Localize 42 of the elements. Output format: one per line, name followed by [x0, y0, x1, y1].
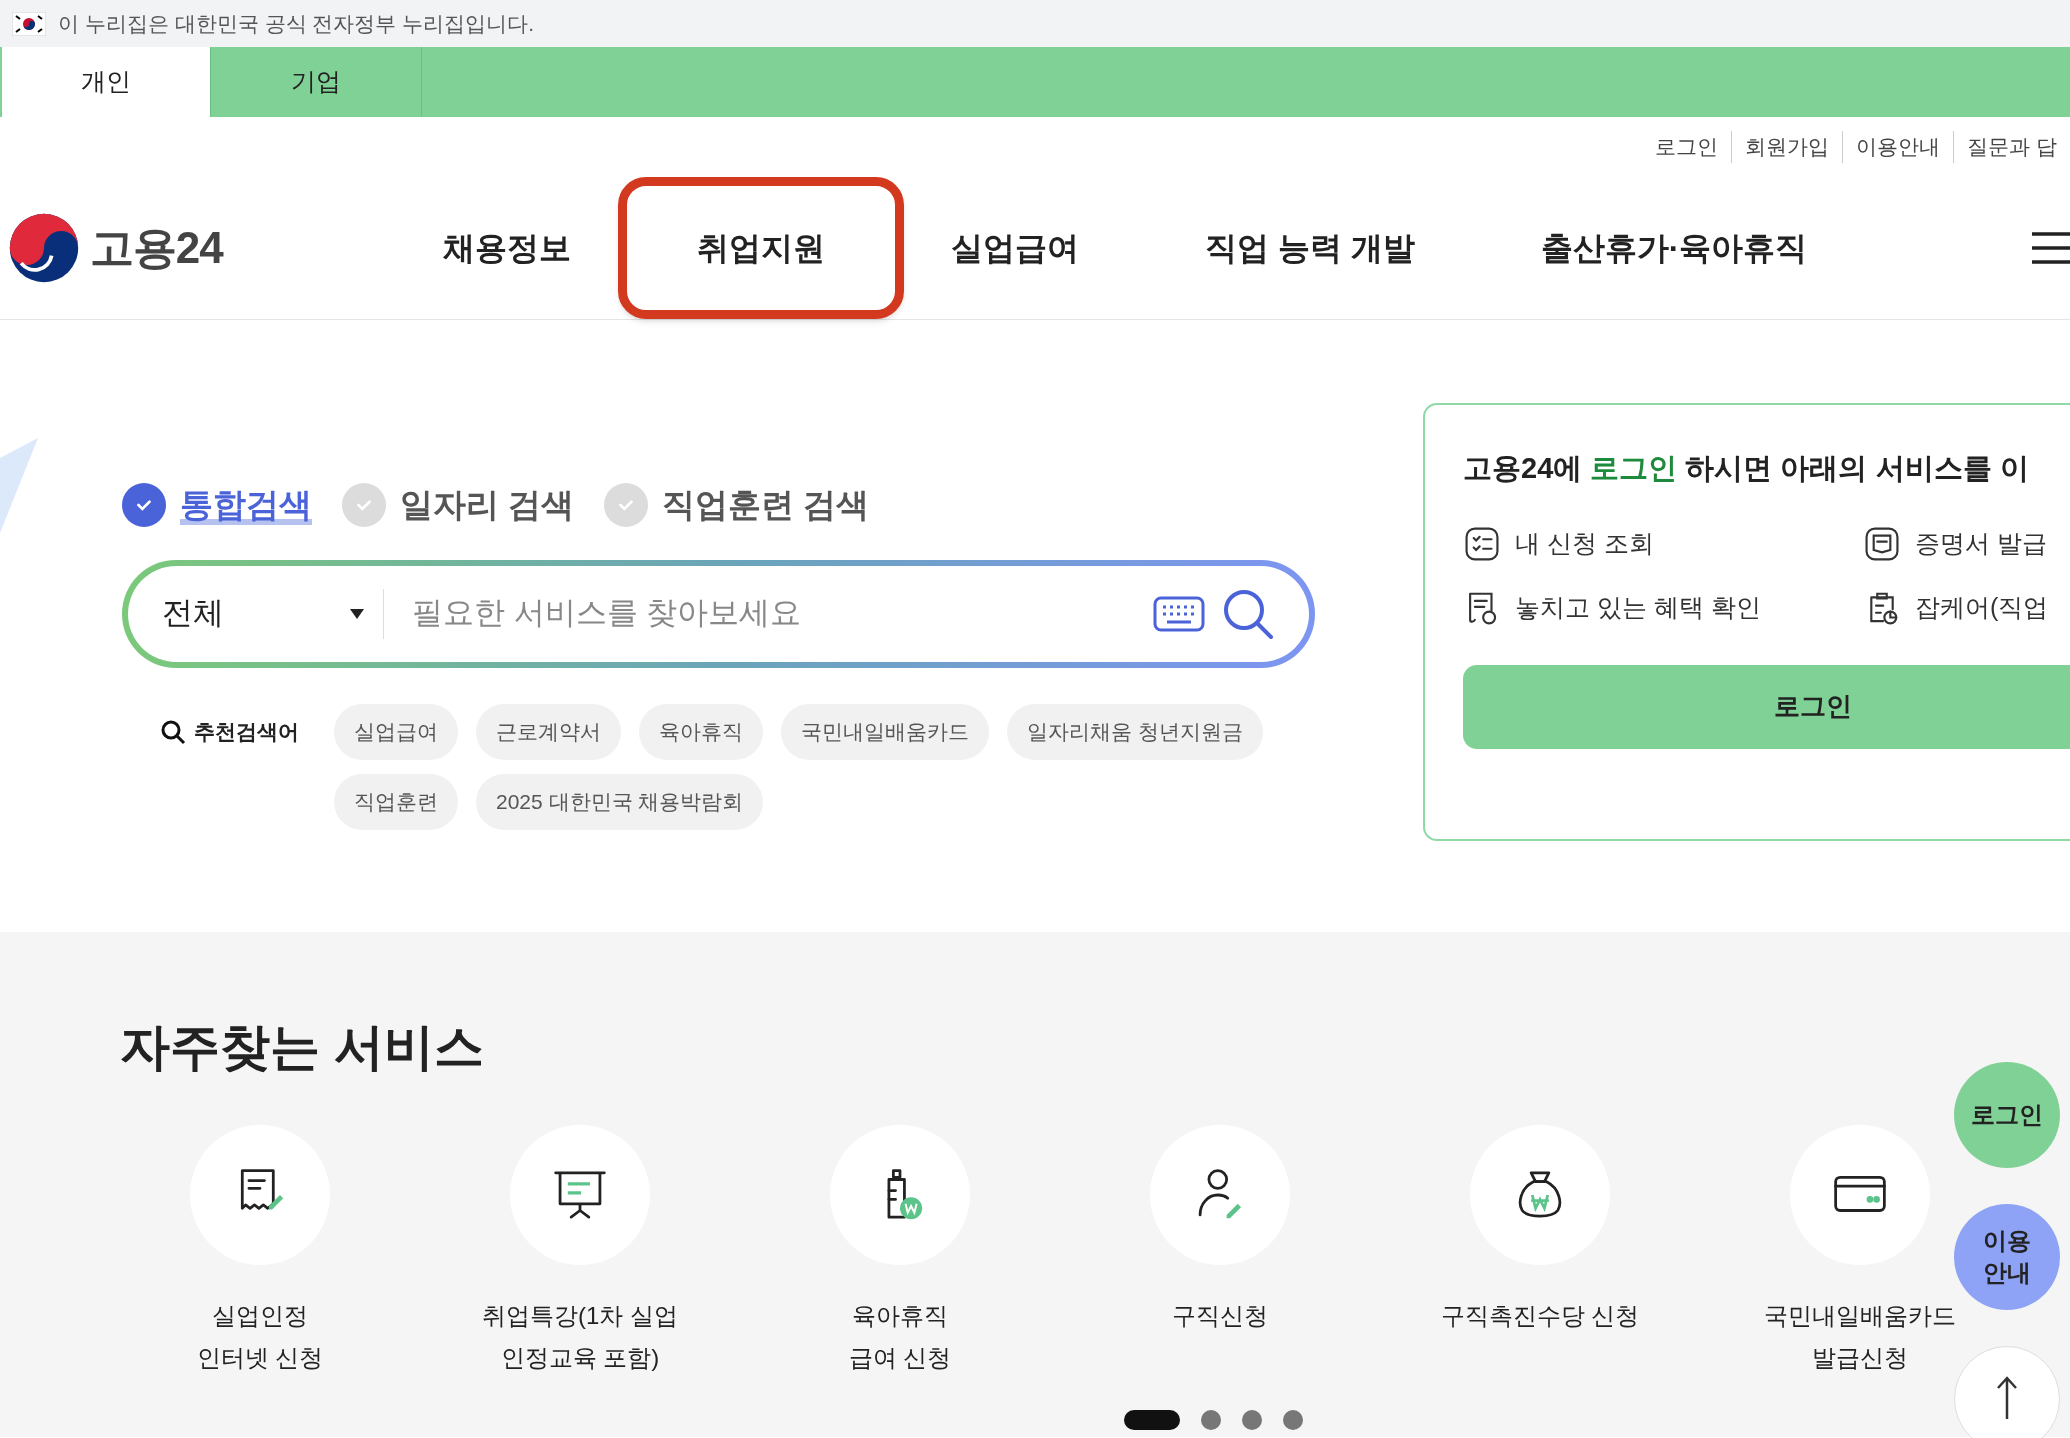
- service-label[interactable]: 구직신청: [1172, 1295, 1268, 1337]
- keyword-chip[interactable]: 국민내일배움카드: [781, 703, 989, 760]
- utility-link[interactable]: 질문과 답: [1953, 131, 2070, 163]
- checklist-icon: [1463, 524, 1501, 563]
- utility-link[interactable]: 회원가입: [1731, 131, 1843, 163]
- service-label[interactable]: 육아휴직 급여 신청: [848, 1295, 952, 1379]
- service-link[interactable]: 내 신청 조회: [1515, 524, 1654, 563]
- scope-select[interactable]: 전체: [162, 588, 384, 639]
- service-label[interactable]: 구직촉진수당 신청: [1440, 1295, 1640, 1337]
- document-icon: [1863, 524, 1901, 563]
- keyword-chip[interactable]: 직업훈련: [334, 773, 458, 830]
- keyword-chip[interactable]: 2025 대한민국 채용박람회: [476, 773, 764, 830]
- login-message: 고용24에 로그인 하시면 아래의 서비스를 이: [1463, 451, 2030, 486]
- service-label[interactable]: 실업인정 인터넷 신청: [196, 1295, 324, 1379]
- logo-text: 고용24: [90, 222, 223, 274]
- recommended-label: 추천검색어: [194, 718, 299, 745]
- login-button[interactable]: 로그인: [1463, 664, 2070, 749]
- service-label[interactable]: 국민내일배움카드 발급신청: [1764, 1295, 1956, 1379]
- keyword-chip[interactable]: 근로계약서: [476, 703, 621, 760]
- user-type-tab[interactable]: 개인: [0, 47, 211, 117]
- keyboard-icon[interactable]: [1153, 595, 1205, 632]
- dropdown-caret-icon: [349, 607, 365, 620]
- search-type-tab[interactable]: 통합검색: [180, 480, 312, 530]
- flag-icon: [12, 11, 46, 36]
- arrow-up-icon: [1995, 1375, 2019, 1419]
- search-icon: [160, 718, 186, 745]
- floating-button[interactable]: 이용 안내: [1954, 1204, 2060, 1310]
- utility-link[interactable]: 이용안내: [1842, 131, 1954, 163]
- service-link[interactable]: 잡케어(직업: [1915, 588, 2049, 627]
- keyword-chip[interactable]: 실업급여: [334, 703, 458, 760]
- nav-link[interactable]: 취업지원: [618, 177, 904, 319]
- utility-link[interactable]: 로그인: [1642, 131, 1732, 163]
- floating-button[interactable]: 로그인: [1954, 1062, 2060, 1168]
- keyword-chip[interactable]: 육아휴직: [639, 703, 763, 760]
- keyword-chip[interactable]: 일자리채움 청년지원금: [1007, 703, 1263, 760]
- banner-text: 이 누리집은 대한민국 공식 전자정부 누리집입니다.: [58, 10, 534, 37]
- search-type-tab[interactable]: 직업훈련 검색: [662, 480, 870, 530]
- service-link[interactable]: 놓치고 있는 혜택 확인: [1515, 588, 1761, 627]
- search-type-tab[interactable]: 일자리 검색: [400, 480, 575, 530]
- service-link[interactable]: 증명서 발급: [1915, 524, 2047, 563]
- service-label[interactable]: 취업특강(1차 실업 인정교육 포함): [482, 1295, 678, 1379]
- section-title: 자주찾는 서비스: [120, 1018, 484, 1077]
